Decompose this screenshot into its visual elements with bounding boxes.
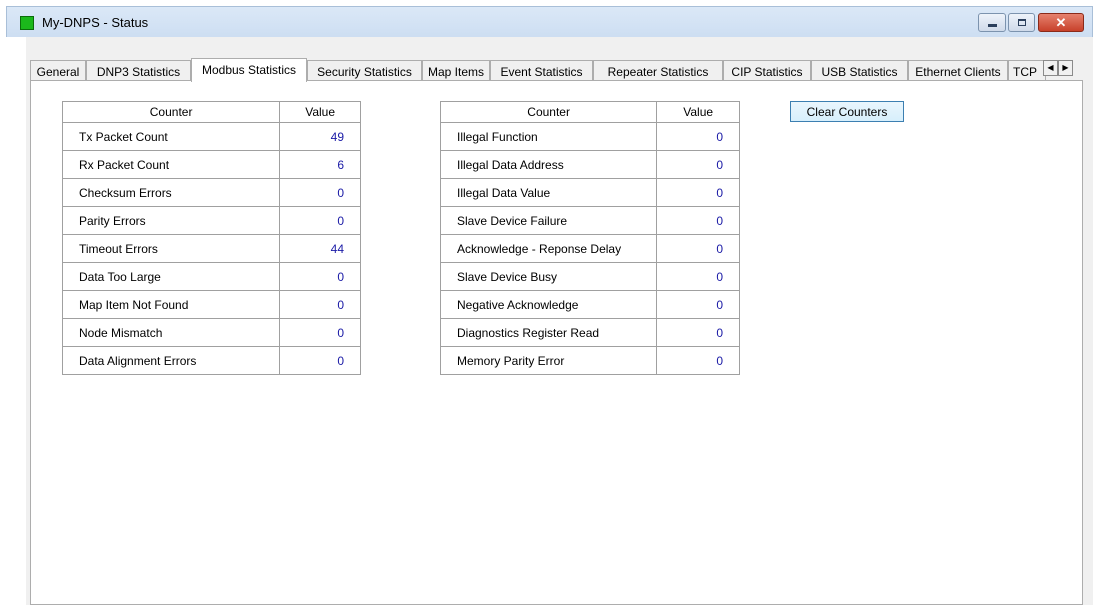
counter-name: Memory Parity Error	[439, 346, 658, 375]
close-button[interactable]: ✕	[1038, 13, 1084, 32]
counter-value: 0	[656, 318, 740, 347]
counter-value: 0	[279, 318, 361, 347]
tab-map-items[interactable]: Map Items	[422, 60, 490, 81]
table-row: Map Item Not Found 0	[61, 290, 361, 319]
counter-name: Illegal Data Address	[439, 150, 658, 179]
table-row: Data Too Large 0	[61, 262, 361, 291]
table-row: Slave Device Busy 0	[439, 262, 740, 291]
table-row: Node Mismatch 0	[61, 318, 361, 347]
column-header-counter: Counter	[439, 101, 658, 123]
maximize-button[interactable]	[1008, 13, 1035, 32]
counter-value: 0	[656, 206, 740, 235]
tab-general[interactable]: General	[30, 60, 86, 81]
table-row: Illegal Data Address 0	[439, 150, 740, 179]
counter-name: Node Mismatch	[61, 318, 281, 347]
counter-name: Negative Acknowledge	[439, 290, 658, 319]
tab-ethernet-clients[interactable]: Ethernet Clients	[908, 60, 1008, 81]
counter-value: 44	[279, 234, 361, 263]
table-row: Checksum Errors 0	[61, 178, 361, 207]
table-row: Timeout Errors 44	[61, 234, 361, 263]
app-icon	[20, 16, 34, 30]
counter-value: 0	[656, 150, 740, 179]
counter-name: Map Item Not Found	[61, 290, 281, 319]
counter-value: 0	[656, 290, 740, 319]
counter-name: Illegal Data Value	[439, 178, 658, 207]
counter-name: Rx Packet Count	[61, 150, 281, 179]
table-row: Negative Acknowledge 0	[439, 290, 740, 319]
counter-value: 0	[279, 262, 361, 291]
minimize-icon	[988, 24, 997, 27]
table-row: Parity Errors 0	[61, 206, 361, 235]
counter-value: 0	[279, 346, 361, 375]
window-title: My-DNPS - Status	[42, 15, 149, 30]
counter-name: Tx Packet Count	[61, 122, 281, 151]
counter-value: 0	[656, 178, 740, 207]
close-icon: ✕	[1055, 15, 1067, 30]
counter-value: 0	[656, 122, 740, 151]
title-bar[interactable]: My-DNPS - Status ✕	[6, 6, 1093, 37]
scroll-right-icon[interactable]: ▶	[1058, 60, 1073, 76]
counter-name: Slave Device Busy	[439, 262, 658, 291]
table-header-row: Counter Value	[439, 101, 740, 123]
tab-scroll-buttons: ◀ ▶	[1043, 60, 1075, 77]
tab-modbus-statistics[interactable]: Modbus Statistics	[191, 58, 307, 82]
counter-name: Checksum Errors	[61, 178, 281, 207]
tab-usb-statistics[interactable]: USB Statistics	[811, 60, 908, 81]
table-row: Rx Packet Count 6	[61, 150, 361, 179]
tab-tcp[interactable]: TCP	[1008, 60, 1046, 81]
counter-name: Acknowledge - Reponse Delay	[439, 234, 658, 263]
counter-name: Data Too Large	[61, 262, 281, 291]
scroll-left-icon[interactable]: ◀	[1043, 60, 1058, 76]
modbus-counters-table: Counter Value Tx Packet Count 49 Rx Packe…	[61, 101, 361, 375]
counter-name: Illegal Function	[439, 122, 658, 151]
counter-value: 0	[279, 206, 361, 235]
tab-strip: General DNP3 Statistics Modbus Statistic…	[30, 58, 1050, 82]
table-row: Slave Device Failure 0	[439, 206, 740, 235]
tab-security-statistics[interactable]: Security Statistics	[307, 60, 422, 81]
counter-value: 0	[656, 262, 740, 291]
column-header-value: Value	[656, 101, 740, 123]
counter-value: 0	[279, 290, 361, 319]
table-row: Illegal Function 0	[439, 122, 740, 151]
counter-value: 0	[656, 346, 740, 375]
counter-value: 0	[279, 178, 361, 207]
table-row: Memory Parity Error 0	[439, 346, 740, 375]
clear-counters-button[interactable]: Clear Counters	[790, 101, 904, 122]
tab-cip-statistics[interactable]: CIP Statistics	[723, 60, 811, 81]
column-header-value: Value	[279, 101, 361, 123]
table-row: Data Alignment Errors 0	[61, 346, 361, 375]
tab-event-statistics[interactable]: Event Statistics	[490, 60, 593, 81]
table-row: Acknowledge - Reponse Delay 0	[439, 234, 740, 263]
counter-name: Data Alignment Errors	[61, 346, 281, 375]
counter-name: Parity Errors	[61, 206, 281, 235]
minimize-button[interactable]	[978, 13, 1006, 32]
maximize-icon	[1018, 19, 1026, 26]
column-header-counter: Counter	[61, 101, 281, 123]
table-row: Diagnostics Register Read 0	[439, 318, 740, 347]
counter-value: 49	[279, 122, 361, 151]
tab-dnp3-statistics[interactable]: DNP3 Statistics	[86, 60, 191, 81]
counter-name: Timeout Errors	[61, 234, 281, 263]
table-header-row: Counter Value	[61, 101, 361, 123]
tab-repeater-statistics[interactable]: Repeater Statistics	[593, 60, 723, 81]
counter-name: Diagnostics Register Read	[439, 318, 658, 347]
table-row: Tx Packet Count 49	[61, 122, 361, 151]
counter-value: 6	[279, 150, 361, 179]
exception-counters-table: Counter Value Illegal Function 0 Illegal …	[439, 101, 740, 375]
counter-name: Slave Device Failure	[439, 206, 658, 235]
counter-value: 0	[656, 234, 740, 263]
table-row: Illegal Data Value 0	[439, 178, 740, 207]
